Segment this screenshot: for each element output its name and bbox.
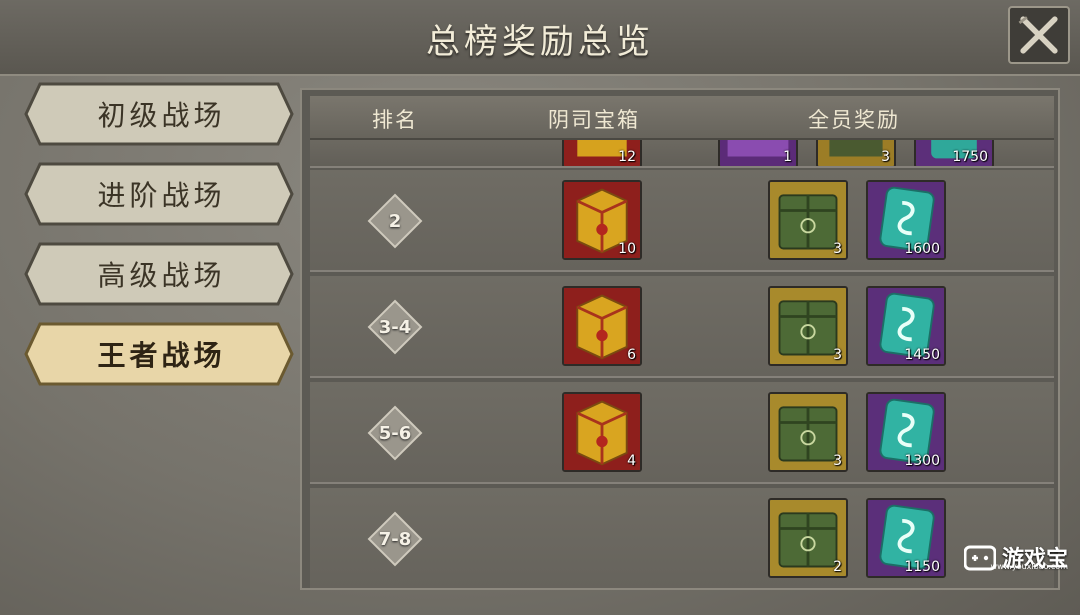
page-title: 总榜奖励总览: [426, 22, 654, 62]
item-quantity: 2: [833, 559, 842, 575]
item-quantity: 1300: [904, 453, 940, 469]
rank-badge: 5-6: [366, 404, 424, 462]
item-quantity: 1: [783, 149, 792, 165]
reward-item-jade[interactable]: 1150: [866, 498, 946, 578]
title-bar: 总榜奖励总览: [0, 0, 1080, 76]
rank-value: 3-4: [378, 316, 412, 338]
tab-label: 王者战场: [97, 339, 226, 372]
item-quantity: 1150: [904, 559, 940, 575]
tab-label: 初级战场: [97, 99, 226, 132]
tab-senior-battlefield[interactable]: 高级战场: [24, 242, 299, 306]
header-rank: 排名: [372, 108, 418, 132]
chest-item[interactable]: 4: [562, 392, 642, 472]
reward-item-box[interactable]: 3: [768, 180, 848, 260]
chest-item[interactable]: 12: [562, 140, 642, 166]
table-row-partial: 12 1 3 1750: [310, 140, 1054, 168]
item-quantity: 1450: [904, 347, 940, 363]
item-quantity: 1750: [952, 149, 988, 165]
header-chest: 阴司宝箱: [548, 108, 640, 132]
item-quantity: 4: [627, 453, 636, 469]
table-header: 排名 阴司宝箱 全员奖励: [310, 96, 1054, 140]
table-row: 2 10 3 1600: [310, 170, 1054, 272]
rank-badge: 3-4: [366, 298, 424, 356]
rank-badge: 7-8: [366, 510, 424, 568]
tab-label: 高级战场: [97, 259, 226, 292]
reward-table[interactable]: 排名 阴司宝箱 全员奖励 12 1 3 1750 2 10 3 1600 3-4…: [300, 88, 1060, 590]
tab-advanced-battlefield[interactable]: 进阶战场: [24, 162, 299, 226]
reward-item[interactable]: 1: [718, 140, 798, 166]
item-quantity: 3: [833, 241, 842, 257]
chest-item[interactable]: 6: [562, 286, 642, 366]
item-quantity: 10: [618, 241, 636, 257]
tab-king-battlefield[interactable]: 王者战场: [24, 322, 299, 386]
item-quantity: 3: [833, 453, 842, 469]
reward-item-box[interactable]: 3: [768, 392, 848, 472]
item-quantity: 6: [627, 347, 636, 363]
table-row: 7-8 2 1150: [310, 488, 1054, 588]
tab-label: 进阶战场: [97, 179, 226, 212]
sidebar: 初级战场 进阶战场 高级战场 王者战场: [24, 82, 299, 402]
close-icon: [1018, 16, 1058, 54]
watermark-url: www.youxibao.com: [990, 562, 1068, 571]
item-quantity: 3: [881, 149, 890, 165]
chest-item[interactable]: 10: [562, 180, 642, 260]
reward-item-box[interactable]: 3: [768, 286, 848, 366]
reward-item-jade[interactable]: 1450: [866, 286, 946, 366]
table-row: 3-4 6 3 1450: [310, 276, 1054, 378]
item-quantity: 1600: [904, 241, 940, 257]
table-row: 5-6 4 3 1300: [310, 382, 1054, 484]
rank-value: 7-8: [378, 528, 412, 550]
rank-badge: 2: [366, 192, 424, 250]
item-quantity: 3: [833, 347, 842, 363]
reward-item[interactable]: 1750: [914, 140, 994, 166]
reward-item-jade[interactable]: 1300: [866, 392, 946, 472]
reward-item-box[interactable]: 2: [768, 498, 848, 578]
game-window: 总榜奖励总览 初级战场 进阶战场 高级战场 王者战场 排名 阴司宝箱 全员奖励 …: [0, 0, 1080, 615]
reward-item[interactable]: 3: [816, 140, 896, 166]
item-quantity: 12: [618, 149, 636, 165]
rank-value: 5-6: [378, 422, 412, 444]
reward-item-jade[interactable]: 1600: [866, 180, 946, 260]
rank-value: 2: [388, 210, 402, 232]
header-team-reward: 全员奖励: [808, 108, 900, 132]
tab-beginner-battlefield[interactable]: 初级战场: [24, 82, 299, 146]
close-button[interactable]: [1008, 6, 1070, 64]
